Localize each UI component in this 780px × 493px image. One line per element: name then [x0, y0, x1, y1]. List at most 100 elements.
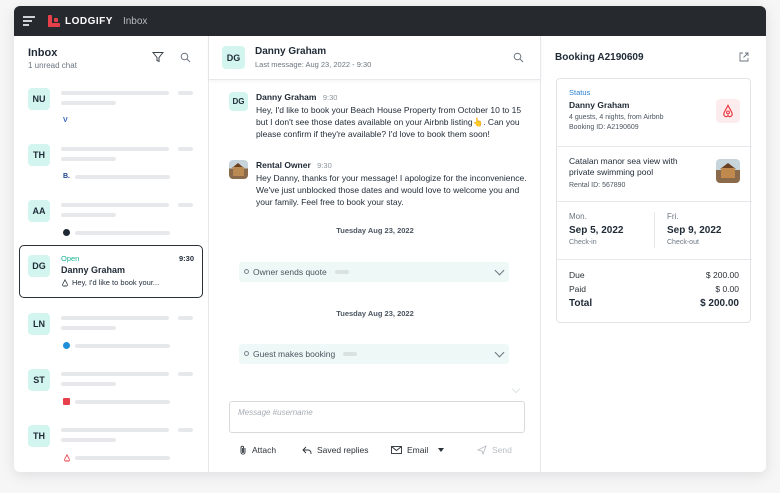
external-link-icon[interactable] [739, 52, 749, 62]
placeholder-line [61, 91, 169, 95]
placeholder-line [61, 316, 169, 320]
airbnb-logo [716, 99, 740, 123]
placeholder-line [61, 428, 169, 432]
total-row: Total $ 200.00 [569, 298, 739, 309]
contact-name: Danny Graham [255, 46, 327, 57]
checkout-day: Fri. [667, 212, 679, 221]
inbox-header: Inbox 1 unread chat [28, 47, 77, 70]
brand-name: LODGIFY [65, 15, 113, 27]
chat-list-item[interactable]: NU V [28, 88, 193, 134]
message-text: Hey Danny, thanks for your message! I ap… [256, 173, 527, 207]
booking-id: Booking ID: A2190609 [569, 124, 639, 131]
total-label: Total [569, 298, 593, 309]
airbnb-icon [723, 104, 733, 118]
expedia-icon [63, 342, 71, 350]
placeholder-line [61, 382, 116, 386]
date-separator: Tuesday Aug 23, 2022 [336, 309, 414, 318]
chat-list-item[interactable]: ST [28, 369, 193, 415]
checkout-date: Sep 9, 2022 [667, 225, 722, 236]
placeholder-line [61, 326, 116, 330]
rental-name: Catalan manor sea view with private swim… [569, 156, 678, 177]
placeholder-line [178, 91, 193, 95]
event-dot-icon [244, 351, 249, 356]
checkin-date: Sep 5, 2022 [569, 225, 624, 236]
chat-list-item[interactable]: LN [28, 313, 193, 359]
dates-section: Mon. Sep 5, 2022 Check-in Fri. Sep 9, 20… [557, 202, 752, 260]
saved-replies-button[interactable]: Saved replies [302, 445, 369, 455]
placeholder-line [61, 101, 116, 105]
paid-row: Paid $ 0.00 [569, 284, 739, 294]
avatar: ST [28, 369, 50, 391]
filter-icon[interactable] [152, 51, 164, 63]
event-owner-sends-quote[interactable]: Owner sends quote [239, 262, 509, 282]
placeholder-line [61, 372, 169, 376]
booking-com-icon: B. [63, 173, 70, 180]
chat-preview: Hey, I'd like to book your... [61, 278, 159, 287]
event-label: Guest makes booking [253, 349, 336, 359]
placeholder-line [61, 203, 169, 207]
event-guest-makes-booking[interactable]: Guest makes booking [239, 344, 509, 364]
placeholder-line [178, 316, 193, 320]
chat-name: Danny Graham [61, 265, 126, 275]
chat-list-item[interactable]: TH [28, 425, 193, 471]
booking-panel: Booking A2190609 Status Danny Graham 4 g… [541, 36, 766, 472]
send-icon [477, 445, 487, 455]
chevron-down-icon [494, 265, 505, 276]
placeholder-line [75, 400, 170, 404]
placeholder-line [61, 157, 116, 161]
placeholder-line [61, 147, 169, 151]
message-author-name: Rental Owner [256, 160, 311, 170]
placeholder-line [178, 372, 193, 376]
avatar: TH [28, 425, 50, 447]
message: DG Danny Graham 9:30 Hey, I'd like to bo… [229, 92, 529, 148]
placeholder-line [75, 175, 170, 179]
breadcrumb: Inbox [122, 15, 148, 27]
chat-preview-text: Hey, I'd like to book your... [72, 278, 160, 287]
paid-value: $ 0.00 [715, 284, 739, 294]
checkin: Mon. Sep 5, 2022 Check-in [569, 212, 623, 246]
email-channel-dropdown[interactable]: Email [391, 445, 445, 455]
due-row: Due $ 200.00 [569, 270, 739, 280]
status-section: Status Danny Graham 4 guests, 4 nights, … [557, 79, 752, 147]
attach-button[interactable]: Attach [239, 445, 276, 455]
chat-list-item-active[interactable]: DG Open 9:30 Danny Graham Hey, I'd like … [19, 245, 203, 298]
menu-icon[interactable] [23, 14, 35, 29]
airbnb-icon [64, 454, 70, 462]
attach-label: Attach [252, 445, 277, 455]
placeholder-line [75, 456, 170, 460]
paid-label: Paid [569, 284, 587, 294]
send-label: Send [492, 445, 512, 455]
message-author: Danny Graham 9:30 [256, 92, 337, 102]
checkin-label: Check-in [569, 239, 597, 246]
chat-list-item[interactable]: AA [28, 200, 193, 246]
channel-icon [63, 229, 71, 237]
status-label: Status [569, 88, 591, 97]
search-icon[interactable] [180, 52, 191, 63]
checkout-label: Check-out [667, 239, 699, 246]
date-separator: Tuesday Aug 23, 2022 [336, 226, 414, 235]
due-label: Due [569, 270, 585, 280]
rental-thumbnail [716, 159, 740, 183]
message-author: Rental Owner 9:30 [256, 160, 332, 170]
top-bar: LODGIFY Inbox [14, 6, 766, 36]
search-icon[interactable] [513, 52, 524, 63]
placeholder-line [75, 231, 170, 235]
placeholder-line [178, 203, 193, 207]
lodgify-channel-icon [63, 398, 71, 406]
due-value: $ 200.00 [705, 270, 739, 280]
send-button[interactable]: Send [477, 445, 512, 455]
event-label: Owner sends quote [253, 267, 327, 277]
message-input[interactable] [230, 403, 524, 422]
total-value: $ 200.00 [700, 298, 739, 309]
avatar: DG [28, 255, 50, 277]
avatar: DG [229, 92, 248, 111]
chat-time: 9:30 [178, 254, 194, 263]
reply-icon [302, 446, 312, 454]
avatar: NU [28, 88, 50, 110]
message-text: Hey, I'd like to book your Beach House P… [256, 105, 522, 139]
conversation-header: DG Danny Graham Last message: Aug 23, 20… [209, 36, 541, 80]
message-time: 9:30 [317, 161, 332, 170]
chat-list-item[interactable]: TH B. [28, 144, 193, 190]
booking-title: Booking A2190609 [555, 52, 644, 63]
lodgify-logo-icon [48, 15, 60, 27]
